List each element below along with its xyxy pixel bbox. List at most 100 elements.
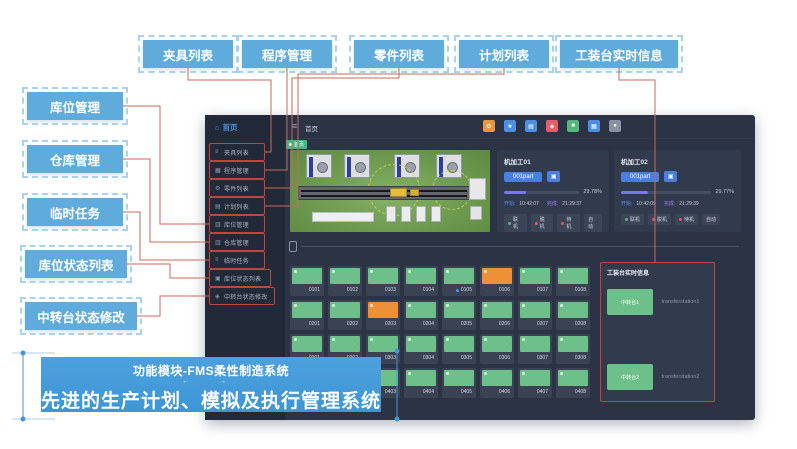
hamburger-icon[interactable]: ≡ [292,121,297,131]
storage-tile [444,370,474,386]
storage-cell-label: 0208 [558,321,588,327]
storage-cell-number: 0106 [499,287,510,293]
sidebar-item-label: 仓库管理 [224,238,249,247]
storage-cell-label: 0206 [482,321,512,327]
sidebar-item-库位管理[interactable]: ▥库位管理 [205,215,285,233]
storage-cell-number: 0202 [347,321,358,327]
storage-cell-number: 0407 [537,389,548,395]
storage-cell-0107[interactable]: 0107 [518,266,552,296]
storage-cell-0308[interactable]: 0308 [556,334,590,364]
storage-tile [292,336,322,352]
like-icon[interactable]: ★ [504,120,516,132]
status-pill-联机[interactable]: 联机 [504,214,527,232]
transfer-panel-title: 工装台实时信息 [607,268,708,277]
gear-icon[interactable]: ⚙ [483,120,495,132]
page-tag[interactable]: 首页 [286,140,307,149]
storage-cell-label: 0408 [558,389,588,395]
storage-cell-0104[interactable]: 0104 [404,266,438,296]
storage-cell-0407[interactable]: 0407 [518,368,552,398]
lock-icon[interactable]: ◈ [546,120,558,132]
sidebar-item-计划列表[interactable]: ▤计划列表 [205,197,285,215]
storage-cell-0202[interactable]: 0202 [328,300,362,330]
status-pill-脱机[interactable]: 脱机 [531,214,554,232]
machine-title: 机加工01 [504,156,602,166]
callout-warehouse-mgmt: 仓库管理 [27,145,123,173]
selection-dot-icon [456,289,459,292]
status-pill-待机[interactable]: 待机 [675,214,698,225]
sidebar-item-临时任务[interactable]: ≡临时任务 [205,251,285,269]
storage-cell-0103[interactable]: 0103 [366,266,400,296]
sidebar-item-程序管理[interactable]: ▦程序管理 [205,161,285,179]
storage-cell-0108[interactable]: 0108 [556,266,590,296]
storage-cell-0101[interactable]: 0101 [290,266,324,296]
storage-cell-0205[interactable]: 0205 [442,300,476,330]
callout-plan-list: 计划列表 [459,40,549,68]
storage-cell-label: 0102 [330,287,360,293]
status-pill-待机[interactable]: 待机 [557,214,580,232]
file-icon[interactable]: ▤ [525,120,537,132]
storage-cell-0406[interactable]: 0406 [480,368,514,398]
home-icon: ⌂ [215,123,220,132]
storage-tile [292,302,322,318]
part-button[interactable]: 001part [621,172,659,182]
detail-icon[interactable]: ▣ [664,171,677,182]
setup-station-4 [431,206,441,222]
storage-cell-0206[interactable]: 0206 [480,300,514,330]
fixture-list-icon: ≡ [215,149,224,155]
storage-cell-0204[interactable]: 0204 [404,300,438,330]
sidebar-item-夹具列表[interactable]: ≡夹具列表 [205,143,285,161]
storage-tile [406,302,436,318]
storage-cell-0405[interactable]: 0405 [442,368,476,398]
detail-icon[interactable]: ▣ [547,171,560,182]
storage-cell-number: 0207 [537,321,548,327]
storage-cell-0102[interactable]: 0102 [328,266,362,296]
sidebar-item-库位状态列表[interactable]: ▣库位状态列表 [205,269,285,287]
storage-cell-0307[interactable]: 0307 [518,334,552,364]
storage-cell-0305[interactable]: 0305 [442,334,476,364]
factory-layout-image [290,150,490,232]
part-button[interactable]: 001part [504,172,542,182]
topbar: ≡ 首页 ⚙ ★ ▤ ◈ ■ ▦ ● [285,115,755,139]
cnc-machine-1 [306,154,332,178]
status-pill-联机[interactable]: 联机 [621,214,644,225]
transfer-status-tile[interactable]: 中转台2 [607,364,653,390]
sidebar-item-中转台状态修改[interactable]: ◈中转台状态修改 [205,287,285,305]
storage-cell-number: 0303 [385,355,396,361]
storage-cell-label: 0407 [520,389,550,395]
setup-station-1 [386,206,396,222]
storage-cell-0306[interactable]: 0306 [480,334,514,364]
transfer-status-tile[interactable]: 中转台1 [607,289,653,315]
sidebar-item-零件列表[interactable]: ⚙零件列表 [205,179,285,197]
finish-time-label: 完成: [664,200,675,207]
stop-icon[interactable]: ■ [567,120,579,132]
storage-cell-number: 0201 [309,321,320,327]
storage-cell-0207[interactable]: 0207 [518,300,552,330]
storage-cell-0304[interactable]: 0304 [404,334,438,364]
storage-cell-0106[interactable]: 0106 [480,266,514,296]
status-pill-自动[interactable]: 自动 [584,214,602,232]
storage-cell-label: 0104 [406,287,436,293]
storage-cell-0208[interactable]: 0208 [556,300,590,330]
storage-cell-label: 0204 [406,321,436,327]
status-pill-label: 自动 [706,216,716,223]
status-pill-脱机[interactable]: 脱机 [648,214,671,225]
storage-cell-0201[interactable]: 0201 [290,300,324,330]
transfer-station-name: transferstation1 [653,299,708,305]
timeline-slider-handle[interactable] [289,241,297,252]
task-icon: ≡ [215,257,224,263]
user-icon[interactable]: ● [609,120,621,132]
status-pill-自动[interactable]: 自动 [702,214,720,225]
storage-cell-0105[interactable]: 0105 [442,266,476,296]
storage-tile [520,336,550,352]
storage-cell-label: 0203 [368,321,398,327]
sidebar-item-仓库管理[interactable]: ▥仓库管理 [205,233,285,251]
storage-tile [520,302,550,318]
archive-icon[interactable]: ▦ [588,120,600,132]
breadcrumb: 首页 [305,123,318,133]
storage-tile [482,370,512,386]
sidebar-item-label: 零件列表 [224,184,249,193]
storage-cell-0408[interactable]: 0408 [556,368,590,398]
start-time-value: 10:42:09 [636,201,655,207]
storage-cell-0203[interactable]: 0203 [366,300,400,330]
storage-cell-0404[interactable]: 0404 [404,368,438,398]
